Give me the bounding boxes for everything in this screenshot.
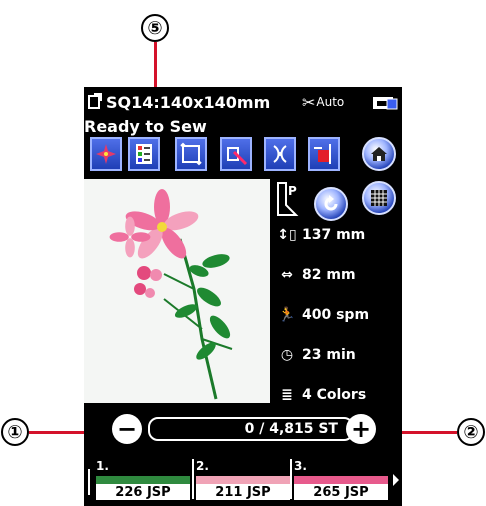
- clock-icon: ◷: [280, 347, 294, 363]
- color-shuffle-icon: [96, 144, 116, 164]
- callout-2: ②: [457, 418, 485, 446]
- thread-color-swatch: [96, 476, 190, 484]
- callout-5: ⑤: [141, 14, 169, 42]
- time-value: 23 min: [302, 347, 356, 363]
- thread-number: 2.: [196, 459, 209, 473]
- width-icon: ⇔: [281, 267, 293, 283]
- trace-frame-icon: [180, 142, 202, 166]
- rotate-icon: [324, 195, 338, 211]
- auto-cut-status: ✂ Auto: [302, 93, 344, 112]
- start-point-button[interactable]: [308, 137, 340, 171]
- stitch-count-display: 0 / 4,815 ST: [148, 417, 354, 441]
- thread-cut-icon: ✂: [302, 92, 316, 112]
- color-count: ≣ 4 Colors: [276, 387, 366, 403]
- sewing-screen: SQ14:140x140mm ✂ Auto Ready to Sew P ↕▯ …: [84, 87, 402, 506]
- thread-color-swatch: [294, 476, 388, 484]
- thread-color-item[interactable]: 1. 226 JSP: [94, 459, 190, 500]
- hoop-position-icon: [273, 145, 287, 163]
- color-list-icon: [136, 144, 152, 164]
- thread-number: 3.: [294, 459, 307, 473]
- stitch-count-value: 0 / 4,815 ST: [244, 421, 338, 437]
- status-bar: SQ14:140x140mm ✂ Auto: [84, 87, 402, 117]
- design-preview: [84, 179, 270, 403]
- trace-frame-button[interactable]: [175, 137, 207, 171]
- basting-button[interactable]: [220, 137, 252, 171]
- rotate-button[interactable]: [314, 187, 348, 221]
- thread-number: 1.: [96, 459, 109, 473]
- thread-color-swatch: [196, 476, 290, 484]
- hoop-icon: [88, 93, 102, 109]
- height-icon: ↕▯: [277, 227, 297, 243]
- grid-button[interactable]: [362, 181, 396, 215]
- stitch-back-button[interactable]: −: [112, 414, 142, 444]
- basting-icon: [227, 147, 248, 166]
- start-point-icon: [314, 144, 331, 164]
- home-button[interactable]: [362, 137, 396, 171]
- sewing-time: ◷ 23 min: [276, 347, 356, 363]
- svg-text:P: P: [288, 184, 297, 198]
- machine-icon: [373, 97, 398, 110]
- thread-color-list: 1. 226 JSP 2. 211 JSP 3. 265 JSP: [84, 451, 402, 506]
- sewing-speed: 🏃 400 spm: [276, 307, 369, 323]
- thread-spool-icon: ≣: [281, 387, 293, 403]
- design-width: ⇔ 82 mm: [276, 267, 356, 283]
- grid-icon: [371, 190, 387, 206]
- callout-1: ①: [1, 418, 29, 446]
- scroll-left-handle[interactable]: [88, 469, 90, 495]
- design-height: ↕▯ 137 mm: [276, 227, 365, 243]
- flower-design-image: [109, 189, 233, 400]
- color-shuffle-button[interactable]: [90, 137, 122, 171]
- status-message: Ready to Sew: [84, 117, 207, 136]
- presser-foot-icon: P: [277, 182, 299, 216]
- stitch-forward-button[interactable]: +: [346, 414, 376, 444]
- hoop-size-title: SQ14:140x140mm: [106, 92, 271, 112]
- hoop-position-button[interactable]: [264, 137, 296, 171]
- height-value: 137 mm: [302, 227, 366, 243]
- thread-code: 265 JSP: [294, 484, 388, 500]
- speed-value: 400 spm: [302, 307, 370, 323]
- speed-icon: 🏃: [278, 307, 296, 323]
- thread-code: 211 JSP: [196, 484, 290, 500]
- thread-code: 226 JSP: [96, 484, 190, 500]
- scroll-right-icon[interactable]: [392, 473, 400, 487]
- home-icon: [371, 147, 387, 161]
- thread-color-item[interactable]: 2. 211 JSP: [194, 459, 290, 500]
- colors-value: 4 Colors: [302, 387, 367, 403]
- stitch-counter-bar: − 0 / 4,815 ST +: [84, 411, 402, 447]
- thread-color-item[interactable]: 3. 265 JSP: [292, 459, 388, 500]
- auto-label: Auto: [316, 95, 345, 109]
- color-list-button[interactable]: [128, 137, 160, 171]
- width-value: 82 mm: [302, 267, 356, 283]
